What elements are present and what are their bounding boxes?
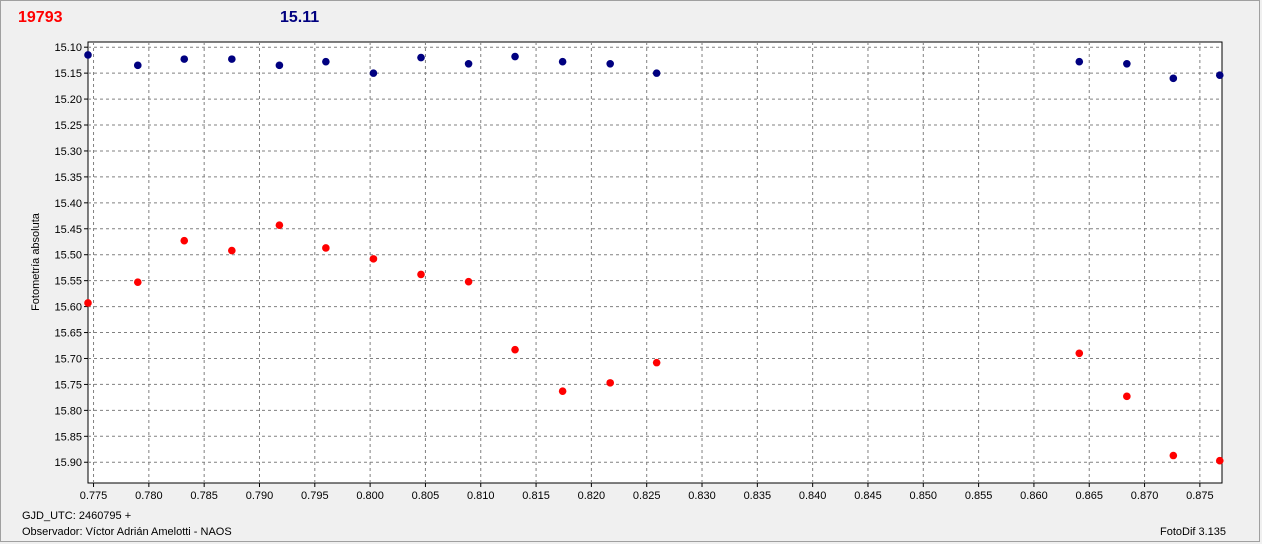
x-tick-label: 0.865 xyxy=(1075,490,1103,502)
red-point xyxy=(464,277,473,286)
x-tick-label: 0.875 xyxy=(1186,490,1214,502)
blue-point xyxy=(84,51,92,59)
blue-point xyxy=(558,57,567,66)
blue-point xyxy=(1075,57,1084,66)
x-tick-label: 0.845 xyxy=(854,490,882,502)
blue-point xyxy=(606,59,614,68)
red-point xyxy=(322,244,330,252)
blue-point xyxy=(180,55,189,63)
y-axis-label: Fotometría absoluta xyxy=(30,213,42,311)
red-point xyxy=(1215,456,1224,465)
blue-point xyxy=(417,53,425,62)
x-tick-label: 0.800 xyxy=(356,490,384,502)
red-point xyxy=(133,278,142,287)
y-tick-label: 15.30 xyxy=(54,146,82,158)
y-tick-label: 15.35 xyxy=(54,172,82,184)
chart: 0.775 0.780 0.785 0.790 0.795 0.800 0.805 0.810… xyxy=(54,41,1224,502)
x-tick-label: 0.775 xyxy=(80,490,108,502)
x-tick-label: 0.805 xyxy=(412,490,440,502)
blue-point xyxy=(369,69,378,77)
y-tick-label: 15.40 xyxy=(54,198,82,210)
blue-point xyxy=(275,61,284,70)
x-tick-label: 0.780 xyxy=(135,490,163,502)
y-tick-label: 15.10 xyxy=(54,42,82,54)
version-label: FotoDif 3.135 xyxy=(1160,526,1227,538)
red-point xyxy=(84,299,92,307)
blue-point xyxy=(511,52,519,61)
red-point xyxy=(1075,349,1084,358)
y-tick-label: 15.70 xyxy=(54,353,82,365)
red-point xyxy=(275,221,284,229)
blue-point xyxy=(228,55,236,63)
y-tick-label: 15.50 xyxy=(54,250,82,262)
x-tick-label: 0.855 xyxy=(965,490,993,502)
red-point xyxy=(1123,392,1131,401)
y-tick-label: 15.60 xyxy=(54,302,82,314)
blue-point xyxy=(1123,59,1131,68)
blue-point xyxy=(464,59,473,68)
x-tick-label: 0.790 xyxy=(246,490,274,502)
red-point xyxy=(369,255,378,263)
red-point xyxy=(1169,451,1178,460)
blue-point xyxy=(1215,71,1224,80)
x-tick-label: 0.850 xyxy=(910,490,938,502)
x-tick-label: 0.810 xyxy=(467,490,495,502)
y-tick-label: 15.45 xyxy=(54,224,82,236)
x-tick-label: 0.830 xyxy=(688,490,716,502)
y-tick-label: 15.20 xyxy=(54,94,82,106)
y-tick-label: 15.65 xyxy=(54,328,82,340)
x-tick-label: 0.795 xyxy=(301,490,329,502)
x-tick-label: 0.785 xyxy=(190,490,218,502)
x-tick-label: 0.820 xyxy=(578,490,606,502)
gjd-label: GJD_UTC: 2460795 + xyxy=(22,510,132,522)
y-tick-label: 15.85 xyxy=(54,431,82,443)
red-point xyxy=(606,379,614,387)
y-tick-label: 15.90 xyxy=(54,457,82,469)
red-point xyxy=(652,358,661,367)
blue-point xyxy=(652,69,661,77)
red-point xyxy=(511,345,519,354)
x-tick-label: 0.835 xyxy=(744,490,772,502)
red-point xyxy=(228,246,236,255)
x-tick-label: 0.860 xyxy=(1020,490,1048,502)
x-tick-label: 0.840 xyxy=(799,490,827,502)
blue-point xyxy=(322,57,330,66)
red-point xyxy=(417,270,425,279)
x-tick-label: 0.815 xyxy=(522,490,550,502)
x-tick-label: 0.825 xyxy=(633,490,661,502)
y-tick-label: 15.55 xyxy=(54,276,82,288)
observer-label: Observador: Víctor Adrián Amelotti - NAO… xyxy=(22,526,232,538)
red-point xyxy=(180,236,189,245)
blue-point xyxy=(133,61,142,70)
y-tick-label: 15.75 xyxy=(54,379,82,391)
blue-point xyxy=(1169,74,1178,83)
y-tick-label: 15.80 xyxy=(54,405,82,417)
red-point xyxy=(558,387,567,395)
y-tick-label: 15.25 xyxy=(54,120,82,132)
y-tick-label: 15.15 xyxy=(54,68,82,80)
plot-area xyxy=(87,41,1223,484)
x-tick-label: 0.870 xyxy=(1131,490,1159,502)
